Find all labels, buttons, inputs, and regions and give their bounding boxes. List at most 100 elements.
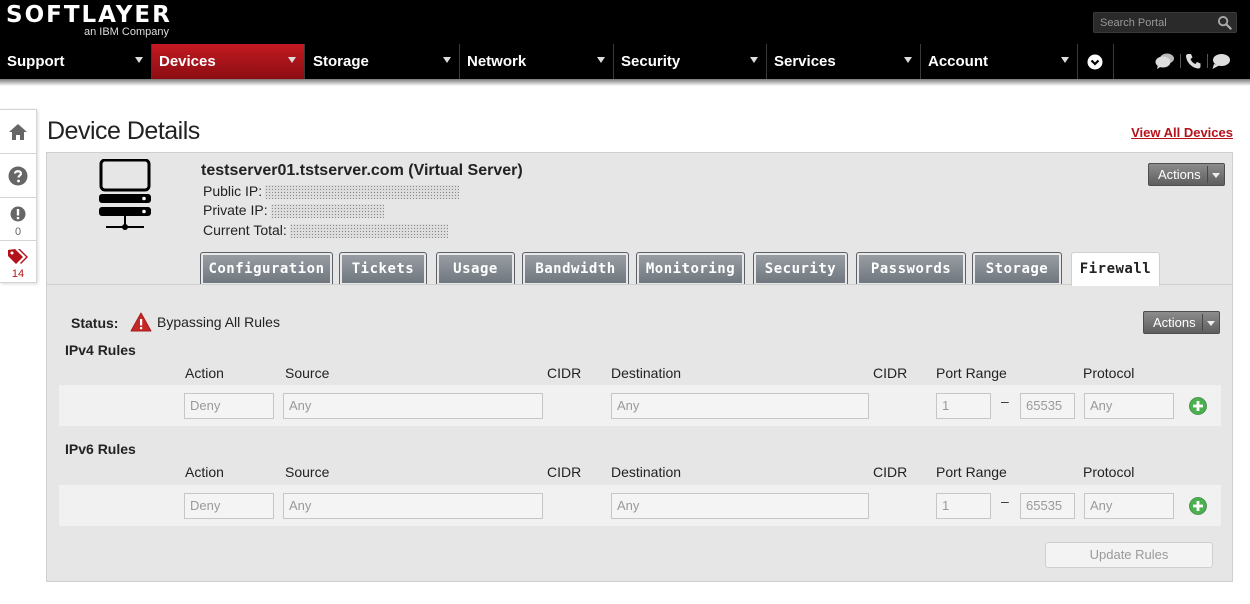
add-rule-icon[interactable]: [1189, 497, 1207, 515]
logo-wordmark: SOFTLAYER: [6, 2, 172, 28]
ipv6-rules-title: IPv6 Rules: [65, 441, 136, 457]
ipv4-port-to-input[interactable]: 65535: [1020, 393, 1075, 419]
tab-tickets[interactable]: Tickets: [339, 252, 427, 285]
search-icon[interactable]: [1217, 15, 1232, 30]
sidebar-home[interactable]: [0, 110, 36, 154]
device-panel: testserver01.tstserver.com (Virtual Serv…: [46, 152, 1233, 582]
tags-count: 14: [11, 268, 25, 280]
nav-network-label: Network: [467, 53, 527, 70]
current-total-row: Current Total:: [203, 222, 448, 239]
col-cidr-destination: CIDR: [873, 464, 908, 480]
logo-tagline: an IBM Company: [84, 26, 169, 38]
nav-storage-label: Storage: [313, 53, 369, 70]
nav-account[interactable]: Account: [921, 44, 1078, 79]
caret-down-icon: [135, 57, 143, 63]
caret-down-icon: [904, 57, 912, 63]
caret-down-icon: [443, 57, 451, 63]
status-value: Bypassing All Rules: [157, 314, 280, 330]
ipv4-action-select[interactable]: Deny: [184, 393, 274, 419]
port-range-dash: –: [1001, 393, 1009, 409]
page-title: Device Details: [47, 117, 200, 145]
ipv4-source-input[interactable]: Any: [283, 393, 543, 419]
nav-more-button[interactable]: [1078, 44, 1114, 79]
col-action: Action: [185, 464, 224, 480]
tab-bandwidth[interactable]: Bandwidth: [522, 252, 629, 285]
nav-security[interactable]: Security: [614, 44, 767, 79]
col-destination: Destination: [611, 365, 682, 381]
ipv6-source-input[interactable]: Any: [283, 493, 543, 519]
ipv6-port-from-input[interactable]: 1: [936, 493, 991, 519]
device-actions-button[interactable]: Actions: [1148, 163, 1225, 186]
col-destination: Destination: [611, 464, 682, 480]
ipv6-port-to-input[interactable]: 65535: [1020, 493, 1075, 519]
phone-icon[interactable]: [1184, 52, 1204, 70]
button-divider: [1207, 166, 1208, 183]
ipv6-action-select[interactable]: Deny: [184, 493, 274, 519]
col-cidr: CIDR: [547, 464, 582, 480]
ipv4-destination-input[interactable]: Any: [611, 393, 869, 419]
caret-down-icon: [1207, 321, 1215, 326]
home-icon: [9, 124, 27, 140]
search-input[interactable]: [1100, 15, 1215, 31]
col-source: Source: [285, 365, 330, 381]
nav-security-label: Security: [621, 53, 681, 70]
tab-passwords[interactable]: Passwords: [856, 252, 966, 285]
nav-support[interactable]: Support: [0, 44, 152, 79]
private-ip-masked: [270, 204, 384, 219]
help-icon: [8, 166, 28, 186]
col-cidr: CIDR: [547, 365, 582, 381]
quick-sidebar: 0 14: [0, 109, 37, 283]
search-box: [1093, 12, 1237, 33]
firewall-actions-button[interactable]: Actions: [1143, 311, 1220, 334]
col-port-range: Port Range: [936, 365, 1007, 381]
nav-storage[interactable]: Storage: [306, 44, 460, 79]
nav-divider: [1207, 54, 1208, 68]
message-icon[interactable]: [1211, 52, 1231, 70]
col-action: Action: [185, 365, 224, 381]
sidebar-alerts[interactable]: 0: [0, 198, 36, 241]
view-all-devices-link[interactable]: View All Devices: [1131, 125, 1233, 140]
nav-network[interactable]: Network: [460, 44, 614, 79]
col-protocol: Protocol: [1083, 365, 1135, 381]
tags-icon: [8, 249, 28, 264]
private-ip-row: Private IP:: [203, 202, 384, 219]
sidebar-help[interactable]: [0, 154, 36, 198]
public-ip-label: Public IP:: [203, 183, 263, 199]
ipv6-rule-row: Deny Any Any 1 – 65535 Any: [59, 485, 1221, 526]
caret-down-icon: [1061, 57, 1069, 63]
top-header: SOFTLAYER an IBM Company: [0, 0, 1250, 44]
warning-icon: [130, 312, 152, 332]
nav-divider: [1180, 54, 1181, 68]
public-ip-row: Public IP:: [203, 183, 460, 200]
update-rules-button[interactable]: Update Rules: [1045, 542, 1213, 568]
ipv6-protocol-select[interactable]: Any: [1084, 493, 1174, 519]
col-cidr-destination: CIDR: [873, 365, 908, 381]
tab-usage[interactable]: Usage: [436, 252, 515, 285]
add-rule-icon[interactable]: [1189, 397, 1207, 415]
col-port-range: Port Range: [936, 464, 1007, 480]
alerts-count: 0: [14, 226, 22, 238]
caret-down-icon: [1212, 173, 1220, 178]
sidebar-tags[interactable]: 14: [0, 241, 36, 284]
nav-devices[interactable]: Devices: [152, 44, 305, 79]
tab-monitoring[interactable]: Monitoring: [636, 252, 745, 285]
ipv4-port-from-input[interactable]: 1: [936, 393, 991, 419]
tab-firewall[interactable]: Firewall: [1071, 252, 1160, 286]
tab-storage[interactable]: Storage: [972, 252, 1062, 285]
caret-down-icon: [288, 57, 296, 63]
private-ip-label: Private IP:: [203, 202, 268, 218]
nav-devices-label: Devices: [159, 53, 216, 70]
ipv6-destination-input[interactable]: Any: [611, 493, 869, 519]
ipv4-protocol-select[interactable]: Any: [1084, 393, 1174, 419]
softlayer-logo[interactable]: SOFTLAYER an IBM Company: [6, 2, 172, 39]
tab-configuration[interactable]: Configuration: [200, 252, 333, 285]
nav-account-label: Account: [928, 53, 988, 70]
tab-security[interactable]: Security: [753, 252, 848, 285]
nav-support-label: Support: [7, 53, 65, 70]
caret-down-icon: [597, 57, 605, 63]
nav-shadow: [0, 79, 1250, 86]
nav-services[interactable]: Services: [767, 44, 921, 79]
device-actions-label: Actions: [1158, 167, 1201, 182]
chat-icon[interactable]: [1155, 52, 1175, 70]
status-label: Status:: [71, 315, 119, 331]
